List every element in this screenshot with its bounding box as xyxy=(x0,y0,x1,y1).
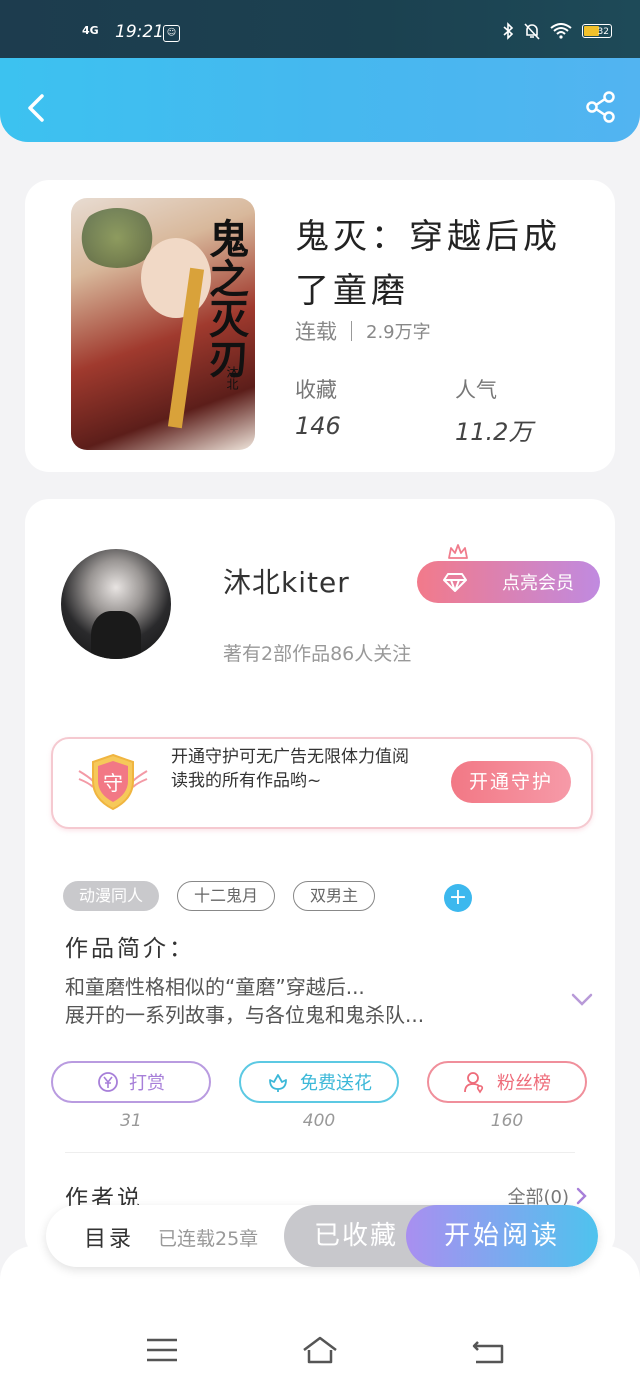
intro-title: 作品简介： xyxy=(65,936,195,962)
open-guard-button[interactable]: 开通守护 xyxy=(451,761,571,803)
tag-item[interactable]: 十二鬼月 xyxy=(177,881,276,911)
vip-button-label: 点亮会员 xyxy=(502,573,574,594)
signal-indicator: 4G xyxy=(82,24,99,37)
share-icon[interactable] xyxy=(584,90,618,124)
cover-author: 沐北 xyxy=(225,366,239,390)
battery-level: 32 xyxy=(597,27,609,37)
author-summary: 著有2部作品86人关注 xyxy=(223,643,412,665)
bluetooth-icon xyxy=(503,22,514,40)
guard-promo: 守 开通守护可无广告无限体力值阅读我的所有作品哟~ 开通守护 xyxy=(51,737,593,829)
favorites-value: 146 xyxy=(295,412,341,440)
meta-divider xyxy=(351,321,352,341)
tag-item[interactable]: 双男主 xyxy=(293,881,376,911)
menu-icon[interactable] xyxy=(142,1330,182,1370)
guard-description: 开通守护可无广告无限体力值阅读我的所有作品哟~ xyxy=(171,747,409,791)
fan-count: 160 xyxy=(490,1111,524,1131)
book-meta: 连载 2.9万字 xyxy=(295,316,431,346)
fan-icon xyxy=(464,1072,484,1094)
start-reading-button[interactable]: 开始阅读 xyxy=(406,1205,598,1267)
reading-bar: 目录 已连载25章 已收藏 开始阅读 xyxy=(46,1205,598,1267)
intro-text: 和童磨性格相似的“童磨”穿越后... 展开的一系列故事，与各位鬼和鬼杀队... xyxy=(65,975,425,1027)
tip-label: 打赏 xyxy=(129,1073,165,1094)
favorites-label: 收藏 xyxy=(295,378,337,402)
back-icon[interactable] xyxy=(22,88,52,128)
add-tag-button[interactable]: + xyxy=(444,884,472,912)
word-count: 2.9万字 xyxy=(366,322,431,343)
status-icons: 32 xyxy=(502,22,612,40)
book-info-card: 鬼之灭刃 沐北 鬼灭：穿越后成了童磨 连载 2.9万字 收藏 146 人气 11… xyxy=(25,180,615,472)
chevron-down-icon[interactable] xyxy=(571,993,593,1007)
flower-icon xyxy=(269,1074,287,1092)
crown-icon xyxy=(448,544,468,559)
status-bar: 4G 19:21 ☺ 32 xyxy=(0,0,640,58)
section-divider xyxy=(65,1152,575,1153)
popularity-value: 11.2万 xyxy=(455,418,533,446)
fan-ranking-button[interactable]: 粉丝榜 xyxy=(427,1061,587,1103)
diamond-icon xyxy=(443,573,467,592)
tag-list: 动漫同人 十二鬼月 双男主 xyxy=(63,881,376,911)
top-header xyxy=(0,58,640,142)
shield-text: 守 xyxy=(103,771,123,795)
author-name[interactable]: 沐北kiter xyxy=(223,561,350,601)
send-flower-label: 免费送花 xyxy=(300,1073,372,1094)
notification-icon: ☺ xyxy=(163,25,180,42)
cover-title: 鬼之灭刃 xyxy=(202,218,249,378)
catalog-button[interactable]: 目录 xyxy=(84,1221,134,1253)
popularity-label: 人气 xyxy=(455,378,497,402)
mute-bell-icon xyxy=(524,23,540,40)
yen-icon xyxy=(98,1072,118,1092)
shield-icon: 守 xyxy=(78,753,148,811)
home-icon[interactable] xyxy=(300,1330,340,1370)
clock: 19:21 xyxy=(115,22,164,42)
vip-button[interactable]: 点亮会员 xyxy=(417,561,600,603)
book-cover[interactable]: 鬼之灭刃 沐北 xyxy=(71,198,255,450)
author-avatar[interactable] xyxy=(61,549,171,659)
back-nav-icon[interactable] xyxy=(468,1330,508,1370)
fan-ranking-label: 粉丝榜 xyxy=(497,1073,551,1094)
send-flower-button[interactable]: 免费送花 xyxy=(239,1061,399,1103)
chevron-right-icon xyxy=(576,1187,587,1205)
wifi-icon xyxy=(550,23,572,39)
serial-status: 连载 xyxy=(295,320,337,344)
tag-item[interactable]: 动漫同人 xyxy=(63,881,160,911)
book-title: 鬼灭：穿越后成了童磨 xyxy=(295,217,561,311)
flower-count: 400 xyxy=(302,1111,336,1131)
chapter-count: 已连载25章 xyxy=(158,1228,259,1250)
tip-count: 31 xyxy=(120,1111,142,1131)
tip-button[interactable]: 打赏 xyxy=(51,1061,211,1103)
author-card: 沐北kiter 点亮会员 著有2部作品86人关注 守 开通守护可无广告无限体力值… xyxy=(25,499,615,1259)
battery-icon: 32 xyxy=(582,24,612,38)
